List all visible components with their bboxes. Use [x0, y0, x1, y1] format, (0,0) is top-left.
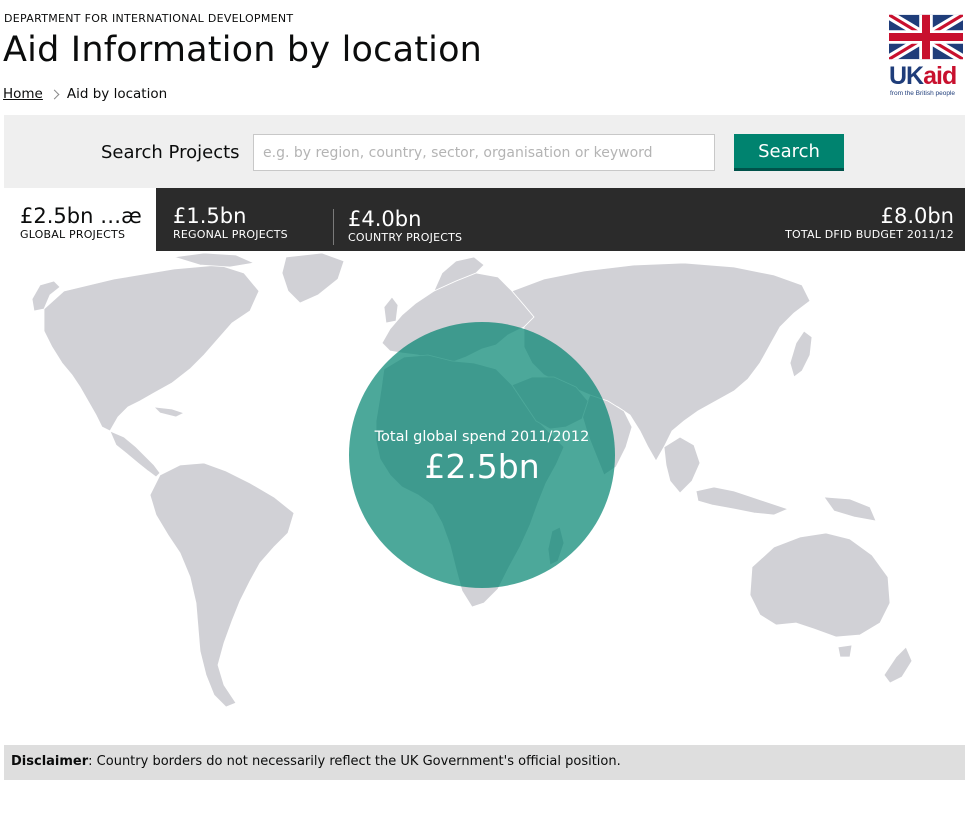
stat-global-amount: £2.5bn …æ: [20, 204, 142, 228]
search-label: Search Projects: [101, 142, 240, 163]
south-america-shape: [149, 462, 295, 708]
page-title: Aid Information by location: [3, 30, 483, 70]
stat-country-label: COUNTRY PROJECTS: [348, 231, 463, 244]
stat-total-label: TOTAL DFID BUDGET 2011/12: [785, 228, 954, 241]
greenland-shape: [281, 252, 345, 304]
search-input[interactable]: [253, 134, 715, 171]
uk-shape: [383, 296, 399, 324]
arctic-islands-shape: [173, 252, 256, 268]
caribbean-shape: [152, 406, 186, 418]
department-name: DEPARTMENT FOR INTERNATIONAL DEVELOPMENT: [4, 12, 294, 25]
tasmania-shape: [837, 644, 853, 658]
japan-shape: [789, 330, 813, 378]
disclaimer-text: : Country borders do not necessarily ref…: [88, 754, 621, 769]
bubble-caption: Total global spend 2011/2012: [374, 429, 590, 445]
disclaimer: Disclaimer: Country borders do not neces…: [4, 745, 965, 780]
stat-regional-projects[interactable]: £1.5bn REGONAL PROJECTS: [173, 188, 333, 251]
bubble-amount: £2.5bn: [424, 447, 540, 486]
search-button[interactable]: Search: [734, 134, 844, 171]
stat-country-projects[interactable]: £4.0bn COUNTRY PROJECTS: [333, 207, 533, 245]
stat-total-amount: £8.0bn: [880, 204, 954, 228]
stat-regional-amount: £1.5bn: [173, 204, 247, 228]
stats-bar: £2.5bn …æ GLOBAL PROJECTS £1.5bn REGONAL…: [4, 188, 965, 251]
logo-tagline: from the British people: [890, 90, 956, 97]
southeast-asia-shape: [663, 436, 701, 494]
ukaid-logo: UKaid from the British people: [889, 14, 965, 98]
north-america-shape: [43, 264, 260, 432]
chevron-right-icon: [49, 89, 60, 99]
global-spend-bubble[interactable]: Total global spend 2011/2012 £2.5bn: [349, 322, 615, 588]
stat-global-projects[interactable]: £2.5bn …æ GLOBAL PROJECTS: [4, 188, 156, 251]
union-flag-icon: [889, 14, 963, 60]
central-america-shape: [109, 430, 161, 478]
new-zealand-shape: [883, 646, 913, 684]
stat-total-budget: £8.0bn TOTAL DFID BUDGET 2011/12: [785, 188, 954, 251]
stat-regional-label: REGONAL PROJECTS: [173, 228, 288, 241]
indonesia-shape: [695, 486, 790, 516]
stat-country-amount: £4.0bn: [348, 207, 422, 231]
australia-shape: [749, 532, 891, 638]
search-bar: Search Projects Search: [4, 115, 965, 188]
disclaimer-label: Disclaimer: [11, 754, 89, 769]
ukaid-wordmark: UKaid: [889, 62, 957, 90]
breadcrumb-home-link[interactable]: Home: [3, 86, 43, 102]
stat-global-label: GLOBAL PROJECTS: [20, 228, 126, 241]
breadcrumb: Home Aid by location: [3, 86, 167, 102]
breadcrumb-current: Aid by location: [66, 86, 168, 102]
new-guinea-shape: [823, 496, 877, 522]
